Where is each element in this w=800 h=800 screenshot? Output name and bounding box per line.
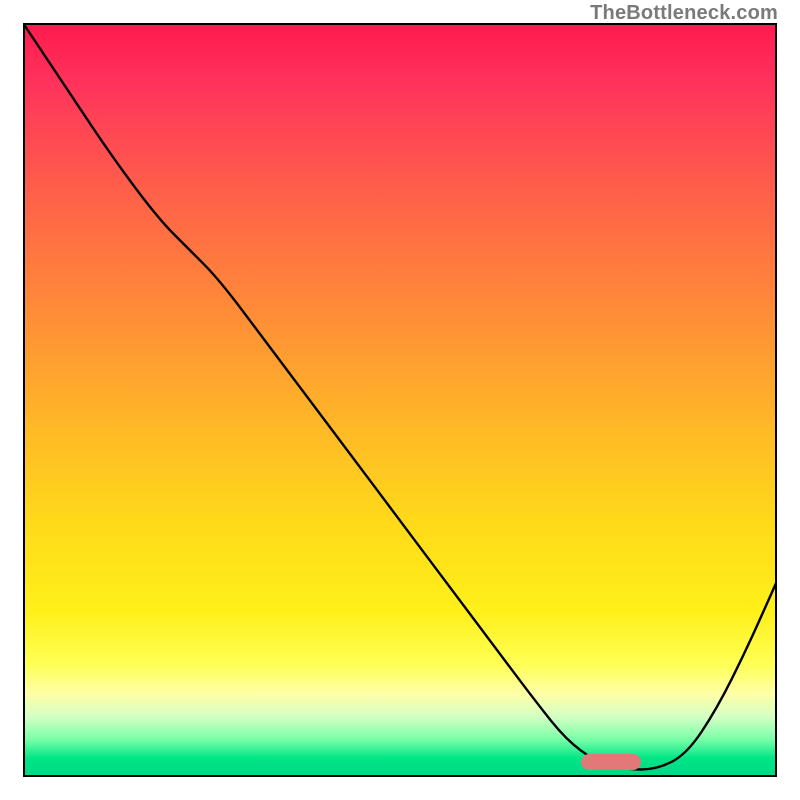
curve-path xyxy=(23,23,777,770)
recommended-range-marker xyxy=(581,754,641,770)
watermark: TheBottleneck.com xyxy=(590,2,778,25)
chart-container: TheBottleneck.com xyxy=(0,0,800,800)
line-plot xyxy=(23,23,777,777)
